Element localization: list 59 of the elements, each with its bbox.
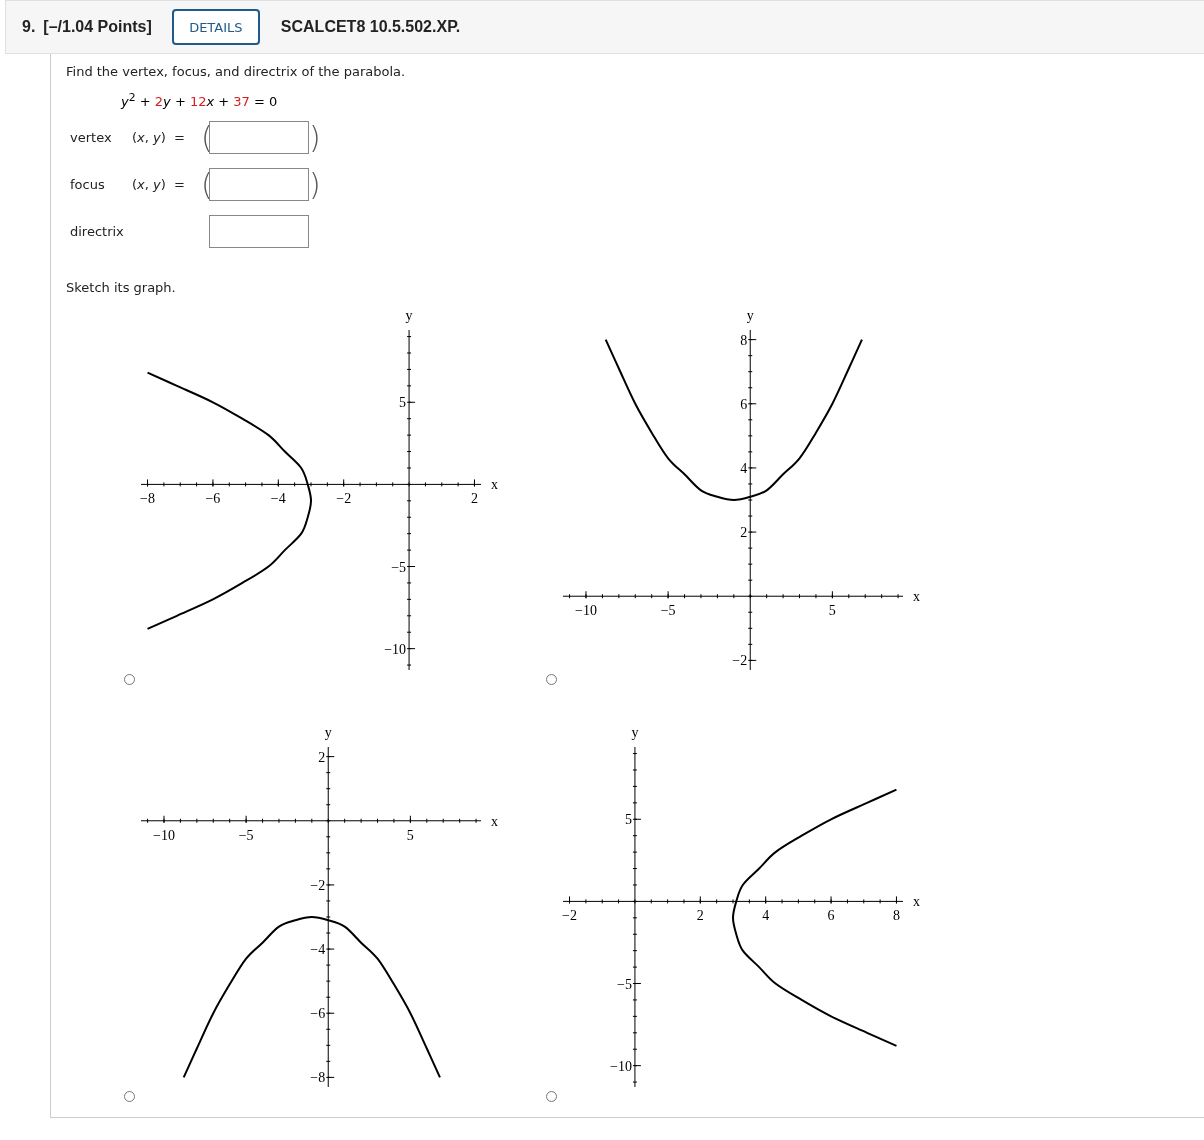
- tick-label: −4: [270, 491, 286, 507]
- axis-label: x: [913, 894, 920, 910]
- tick-label: −5: [391, 559, 407, 575]
- axis-label: x: [491, 814, 498, 830]
- tick-label: 6: [827, 908, 835, 924]
- tick-label: −5: [617, 976, 632, 992]
- tick-label: 2: [470, 491, 478, 507]
- tick-label: 4: [740, 461, 748, 477]
- tick-label: 2: [696, 908, 704, 924]
- close-parenthesis: ): [309, 167, 317, 202]
- tick-label: −4: [310, 942, 326, 958]
- question-points: [–/1.04 Points]: [43, 18, 152, 36]
- coordinate-label: (x, y) =: [132, 177, 186, 193]
- tick-label: 8: [740, 332, 748, 348]
- tick-label: 2: [740, 525, 748, 541]
- axis-label: y: [324, 725, 332, 741]
- tick-label: 5: [406, 828, 414, 844]
- tick-label: 5: [624, 812, 632, 828]
- tick-label: −2: [336, 491, 352, 507]
- sketch-instruction: Sketch its graph.: [66, 279, 177, 297]
- coordinate-label: (x, y) =: [132, 130, 186, 146]
- axis-label: x: [491, 477, 498, 493]
- tick-label: 8: [892, 908, 900, 924]
- tick-label: 2: [318, 749, 326, 765]
- tick-label: 4: [762, 908, 770, 924]
- tick-label: −5: [238, 828, 254, 844]
- answer-label: directrix: [70, 224, 125, 240]
- answer-field[interactable]: [209, 168, 309, 202]
- axis-label: y: [405, 308, 413, 324]
- question-number: 9.: [22, 18, 36, 36]
- open-parenthesis: (: [201, 120, 209, 155]
- tick-label: −6: [205, 491, 221, 507]
- tick-label: −2: [562, 908, 577, 924]
- tick-label: −5: [660, 603, 676, 619]
- tick-label: −2: [732, 653, 748, 669]
- answer-label: vertex: [70, 130, 113, 146]
- tick-label: −10: [610, 1059, 632, 1074]
- tick-label: 5: [399, 395, 407, 411]
- tick-label: −8: [140, 491, 155, 507]
- tick-label: −2: [310, 878, 326, 894]
- details-button[interactable]: DETAILS: [171, 9, 260, 45]
- tick-label: −10: [153, 828, 175, 844]
- tick-label: −6: [310, 1006, 326, 1022]
- axis-label: y: [746, 308, 754, 324]
- question-prompt: Find the vertex, focus, and directrix of the parabola.: [66, 63, 407, 80]
- question-code: SCALCET8 10.5.502.XP.: [280, 18, 461, 36]
- tick-label: 6: [740, 397, 748, 413]
- tick-label: 5: [828, 603, 836, 619]
- answer-label: focus: [70, 177, 106, 193]
- axis-label: x: [913, 589, 920, 605]
- tick-label: −10: [384, 642, 407, 657]
- answer-field[interactable]: [209, 215, 309, 249]
- axis-label: y: [631, 725, 639, 741]
- close-parenthesis: ): [309, 120, 317, 155]
- open-parenthesis: (: [201, 167, 209, 202]
- parabola-equation: y$^{2}$ + 2y + 12x + 37 = 0: [121, 90, 279, 111]
- tick-label: −8: [310, 1070, 326, 1086]
- answer-field[interactable]: [209, 121, 309, 155]
- tick-label: −10: [575, 603, 597, 619]
